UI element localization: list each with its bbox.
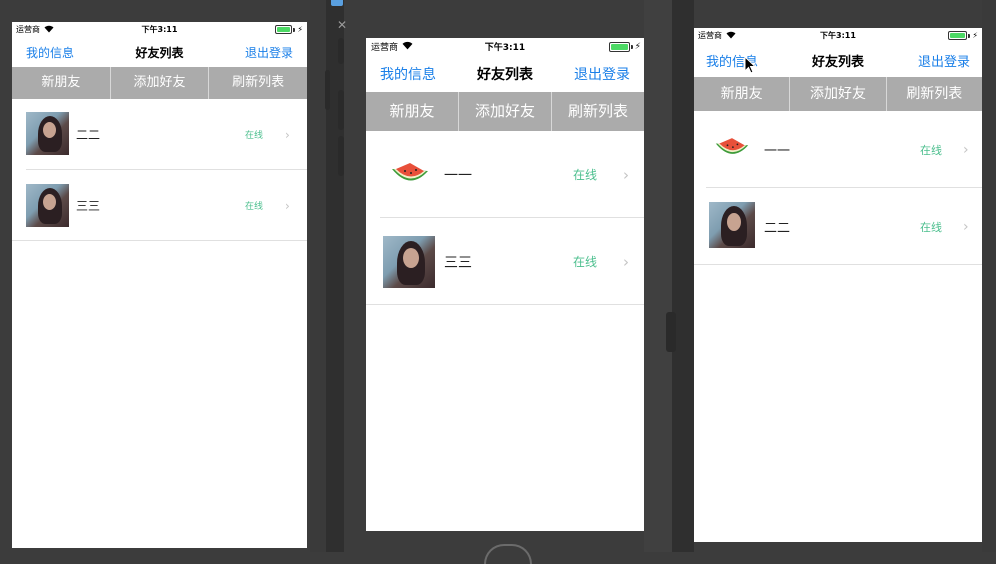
logout-button[interactable]: 退出登录 <box>574 64 630 84</box>
side-button <box>338 136 344 176</box>
add-friend-tab[interactable]: 添加好友 <box>111 67 210 99</box>
status-bar: 运营商 下午3:11 ⚡ <box>12 22 307 37</box>
my-info-button[interactable]: 我的信息 <box>26 44 74 61</box>
online-status: 在线 <box>920 143 942 157</box>
photo-avatar <box>709 202 755 248</box>
simulator-screen: 运营商 下午3:11 ⚡ 我的信息 好友列表 退出登录 新朋友 添加好友 刷新列… <box>694 28 982 542</box>
chevron-right-icon: › <box>623 252 629 271</box>
friend-name: 三三 <box>76 199 101 213</box>
friend-row[interactable]: 二二 在线 › <box>12 99 307 170</box>
friend-row[interactable]: 一一 在线 › <box>366 131 644 218</box>
new-friends-tab[interactable]: 新朋友 <box>366 92 459 131</box>
online-status: 在线 <box>245 131 264 141</box>
photo-avatar <box>383 236 435 288</box>
logout-button[interactable]: 退出登录 <box>245 44 293 61</box>
chevron-right-icon: › <box>963 218 969 235</box>
splitter-handle[interactable] <box>666 312 676 352</box>
mouse-cursor-icon <box>744 55 757 78</box>
window-gap <box>982 0 996 552</box>
row-separator <box>694 264 982 265</box>
friend-name: 一一 <box>764 144 791 159</box>
new-friends-tab[interactable]: 新朋友 <box>12 67 111 99</box>
side-button <box>325 70 330 110</box>
friend-name: 一一 <box>444 167 472 184</box>
status-bar: 运营商 下午3:11 ⚡ <box>366 38 644 55</box>
photo-avatar <box>26 184 69 227</box>
home-button[interactable] <box>484 544 532 564</box>
chevron-right-icon: › <box>623 165 629 184</box>
row-separator <box>366 304 644 305</box>
navigation-bar: 我的信息 好友列表 退出登录 <box>366 55 644 92</box>
watermelon-avatar <box>388 155 432 193</box>
online-status: 在线 <box>920 220 942 234</box>
window-gap <box>310 0 326 552</box>
window-gap <box>644 0 672 552</box>
window-gap <box>672 0 694 552</box>
online-status: 在线 <box>573 168 598 182</box>
chevron-right-icon: › <box>285 127 290 142</box>
friend-name: 三三 <box>444 254 472 271</box>
battery-icon: ⚡ <box>608 42 641 52</box>
navigation-bar: 我的信息 好友列表 退出登录 <box>694 43 982 77</box>
window-tab-indicator <box>331 0 343 6</box>
friend-name: 二二 <box>764 221 791 236</box>
online-status: 在线 <box>573 255 598 269</box>
add-friend-tab[interactable]: 添加好友 <box>790 77 887 111</box>
friend-row[interactable]: 三三 在线 › <box>366 218 644 305</box>
status-time: 下午3:11 <box>484 43 526 53</box>
new-friends-tab[interactable]: 新朋友 <box>694 77 791 111</box>
chevron-right-icon: › <box>285 198 290 213</box>
status-time: 下午3:11 <box>141 25 178 34</box>
navigation-bar: 我的信息 好友列表 退出登录 <box>12 37 307 67</box>
segmented-toolbar: 新朋友 添加好友 刷新列表 <box>694 77 982 111</box>
add-friend-tab[interactable]: 添加好友 <box>459 92 552 131</box>
online-status: 在线 <box>245 202 264 212</box>
refresh-list-tab[interactable]: 刷新列表 <box>209 67 307 99</box>
battery-icon: ⚡ <box>275 25 303 34</box>
close-icon[interactable]: ✕ <box>337 18 347 32</box>
battery-icon: ⚡ <box>948 31 978 40</box>
chevron-right-icon: › <box>963 141 969 158</box>
friend-row[interactable]: 一一 在线 › <box>694 111 982 188</box>
side-button <box>338 38 344 64</box>
logout-button[interactable]: 退出登录 <box>918 51 970 70</box>
refresh-list-tab[interactable]: 刷新列表 <box>887 77 982 111</box>
simulator-screen: 运营商 下午3:11 ⚡ 我的信息 好友列表 退出登录 新朋友 添加好友 刷新列… <box>12 22 307 548</box>
friend-name: 二二 <box>76 128 101 142</box>
my-info-button[interactable]: 我的信息 <box>380 64 436 84</box>
status-time: 下午3:11 <box>820 31 856 40</box>
status-bar: 运营商 下午3:11 ⚡ <box>694 28 982 43</box>
friend-row[interactable]: 二二 在线 › <box>694 188 982 265</box>
simulator-screen: 运营商 下午3:11 ⚡ 我的信息 好友列表 退出登录 新朋友 添加好友 刷新列… <box>366 38 644 531</box>
photo-avatar <box>26 112 69 155</box>
watermelon-avatar <box>712 131 752 165</box>
segmented-toolbar: 新朋友 添加好友 刷新列表 <box>12 67 307 99</box>
segmented-toolbar: 新朋友 添加好友 刷新列表 <box>366 92 644 131</box>
friend-row[interactable]: 三三 在线 › <box>12 170 307 241</box>
row-separator <box>12 240 307 241</box>
side-button <box>338 90 344 130</box>
refresh-list-tab[interactable]: 刷新列表 <box>552 92 644 131</box>
